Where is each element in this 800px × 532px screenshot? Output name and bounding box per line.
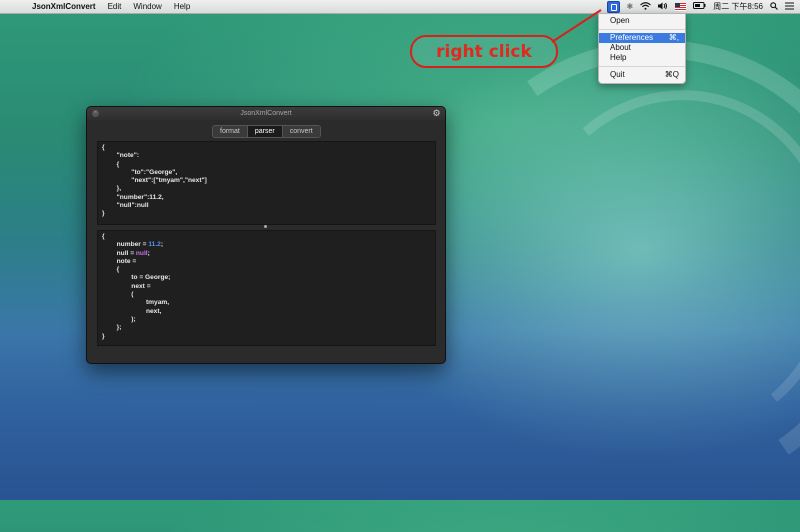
tray-menu-help[interactable]: Help — [599, 53, 685, 63]
menu-bar: JsonXmlConvert Edit Window Help ✱ 周二 下午8… — [0, 0, 800, 14]
window-titlebar[interactable]: × JsonXmlConvert ⚙ — [87, 107, 445, 120]
number-value: 11.2 — [148, 241, 161, 249]
bluetooth-icon[interactable]: ✱ — [627, 2, 634, 11]
battery-icon[interactable] — [693, 2, 706, 11]
us-flag-input-icon[interactable] — [675, 2, 687, 11]
tray-menu-quit[interactable]: Quit ⌘Q — [599, 70, 685, 80]
tray-menu-about[interactable]: About — [599, 43, 685, 53]
spotlight-search-icon[interactable] — [770, 1, 778, 12]
status-clock[interactable]: 周二 下午8:56 — [713, 1, 763, 12]
menu-separator — [599, 29, 685, 30]
notification-center-icon[interactable] — [785, 2, 794, 12]
json-input-editor[interactable]: { "note": { "to":"George", "next":["tmya… — [97, 141, 436, 225]
menu-app-name[interactable]: JsonXmlConvert — [32, 2, 96, 11]
json-input-text: { "note": { "to":"George", "next":["tmya… — [102, 144, 207, 218]
tray-menu-open[interactable]: Open — [599, 16, 685, 26]
tab-format[interactable]: format — [213, 126, 247, 137]
window-title: JsonXmlConvert — [240, 110, 292, 117]
parser-output-text: { number = 11.2; null = null; note = { t… — [102, 233, 171, 340]
tray-menu-preferences[interactable]: Preferences ⌘, — [599, 33, 685, 43]
parser-output-view[interactable]: { number = 11.2; null = null; note = { t… — [97, 230, 436, 346]
null-value: null — [135, 249, 148, 257]
wifi-icon[interactable] — [640, 1, 652, 12]
tab-parser[interactable]: parser — [246, 126, 282, 137]
app-window: × JsonXmlConvert ⚙ format parser convert… — [86, 106, 446, 364]
tab-convert[interactable]: convert — [281, 126, 320, 137]
menu-edit[interactable]: Edit — [108, 2, 122, 11]
close-icon[interactable]: × — [92, 110, 99, 117]
jsonxmlconvert-tray-icon[interactable] — [606, 0, 620, 13]
status-area: ✱ 周二 下午8:56 — [606, 0, 794, 13]
menu-window[interactable]: Window — [133, 2, 161, 11]
split-divider[interactable] — [87, 225, 445, 229]
volume-icon[interactable] — [658, 2, 668, 12]
gear-icon[interactable]: ⚙ — [432, 109, 441, 118]
menu-help[interactable]: Help — [174, 2, 190, 11]
menu-separator — [599, 66, 685, 67]
mode-tabs: format parser convert — [212, 125, 321, 138]
tray-menu: Open Preferences ⌘, About Help Quit ⌘Q — [598, 13, 686, 84]
divider-handle-icon[interactable] — [264, 225, 267, 228]
right-click-annotation: right click — [410, 35, 558, 68]
